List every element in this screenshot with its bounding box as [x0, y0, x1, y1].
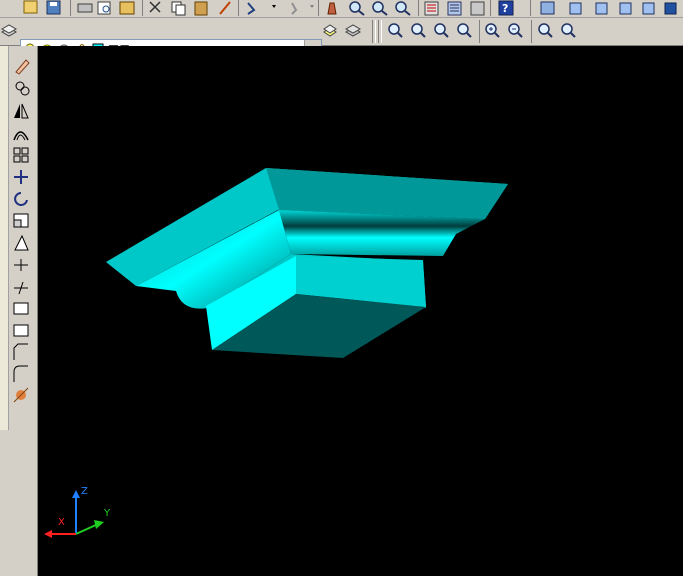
publish-icon [119, 1, 135, 15]
scale-icon[interactable] [13, 213, 29, 228]
modify-toolbar-icons [13, 59, 30, 403]
move-icon[interactable] [14, 170, 28, 184]
zoom-window-icon[interactable] [388, 23, 403, 38]
standard-toolbar-icons: ? [23, 0, 677, 16]
join-icon[interactable] [13, 324, 29, 337]
design-center-icon [447, 1, 462, 16]
break-icon[interactable] [13, 302, 29, 315]
zoom-toolbar [388, 20, 576, 43]
array-icon[interactable] [13, 147, 29, 163]
ucs-y-label: Y [103, 508, 111, 519]
zoom-previous-icon [395, 1, 411, 16]
view-bottom-icon [664, 2, 677, 15]
undo-icon [247, 2, 276, 15]
open-icon [23, 0, 38, 14]
copy-icon [171, 1, 186, 16]
zoom-all-icon[interactable] [538, 23, 553, 38]
mirror-icon[interactable] [14, 103, 29, 119]
ucs-x-label: X [58, 517, 65, 528]
pan-icon [327, 2, 337, 15]
cut-icon [149, 1, 161, 13]
layer-previous-icon[interactable] [344, 24, 362, 37]
trim-icon[interactable] [14, 259, 28, 271]
properties-icon [424, 1, 439, 16]
view-top-icon [540, 1, 555, 15]
drawing-canvas[interactable]: Z Y X [38, 46, 683, 576]
ucs-icon: Z Y X [44, 486, 111, 538]
stretch-icon[interactable] [14, 234, 29, 251]
explode-icon[interactable] [13, 387, 29, 403]
standard-toolbar: ? [0, 0, 683, 18]
ucs-z-label: Z [81, 486, 88, 497]
layers-toolbar: 图层2 [0, 18, 683, 61]
make-current-icon[interactable] [323, 24, 337, 37]
view-side-icon [619, 2, 632, 15]
zoom-out-icon[interactable] [508, 23, 523, 38]
print-icon [77, 3, 93, 13]
separator [372, 20, 376, 43]
zoom-scale-icon[interactable] [434, 23, 449, 38]
tool-palettes-icon [470, 1, 485, 16]
layer-manager-icon[interactable] [0, 18, 20, 45]
offset-icon[interactable] [13, 131, 29, 141]
separator [378, 20, 382, 43]
chamfer-icon[interactable] [13, 343, 28, 360]
help-icon: ? [498, 0, 514, 16]
zoom-center-icon[interactable] [457, 23, 472, 38]
redo-icon [291, 2, 314, 15]
rotate-icon[interactable] [14, 192, 28, 206]
extend-icon[interactable] [14, 281, 28, 295]
save-icon [46, 0, 61, 15]
fillet-icon[interactable] [13, 365, 28, 382]
view-front-icon [569, 2, 582, 15]
paste-icon [194, 1, 208, 16]
erase-icon[interactable] [15, 59, 30, 75]
view-iso-icon [595, 2, 608, 15]
preview-icon [97, 1, 111, 15]
match-properties-icon [219, 1, 231, 15]
zoom-realtime-icon [349, 1, 365, 16]
zoom-dynamic-icon[interactable] [411, 23, 426, 38]
zoom-in-icon[interactable] [485, 23, 500, 38]
view-back-icon [642, 2, 655, 15]
svg-text:?: ? [502, 2, 508, 15]
copy-object-icon[interactable] [15, 81, 30, 96]
zoom-window-icon [372, 1, 388, 16]
zoom-extents-icon[interactable] [561, 23, 576, 38]
